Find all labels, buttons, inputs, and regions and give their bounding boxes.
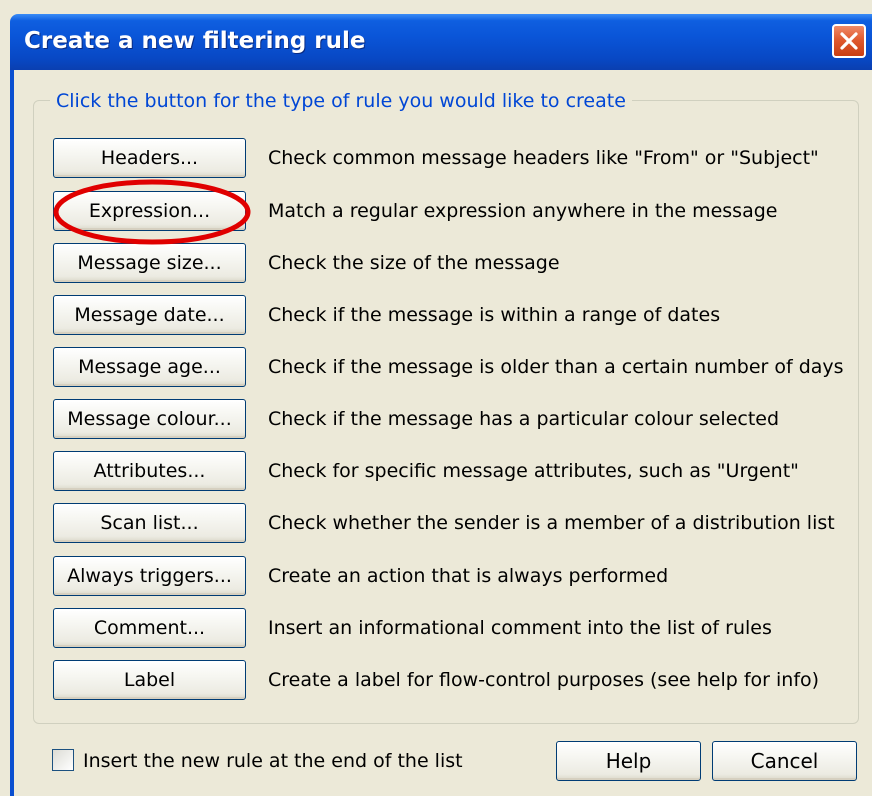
scan-list-button[interactable]: Scan list... [53,503,246,543]
attributes-button[interactable]: Attributes... [53,451,246,491]
comment-description: Insert an informational comment into the… [268,617,772,639]
headers-button[interactable]: Headers... [53,138,246,178]
headers-description: Check common message headers like "From"… [268,147,819,169]
message-age-button[interactable]: Message age... [53,347,246,387]
window-title: Create a new filtering rule [24,28,366,54]
message-colour-description: Check if the message has a particular co… [268,408,780,430]
window-frame-left [10,70,14,796]
insert-at-end-checkbox[interactable] [52,749,74,771]
message-date-button[interactable]: Message date... [53,295,246,335]
close-button[interactable] [832,24,866,58]
message-age-description: Check if the message is older than a cer… [268,356,844,378]
cancel-button[interactable]: Cancel [712,741,857,781]
scan-list-description: Check whether the sender is a member of … [268,512,835,534]
dialog-window: Create a new filtering rule Click the bu… [0,0,872,796]
message-date-description: Check if the message is within a range o… [268,304,721,326]
expression-button[interactable]: Expression... [53,191,246,231]
label-description: Create a label for flow-control purposes… [268,669,820,691]
close-x-icon [840,32,858,50]
insert-at-end-label: Insert the new rule at the end of the li… [83,750,463,772]
message-colour-button[interactable]: Message colour... [53,399,246,439]
message-size-button[interactable]: Message size... [53,243,246,283]
groupbox-legend: Click the button for the type of rule yo… [50,88,632,114]
always-triggers-button[interactable]: Always triggers... [53,556,246,596]
always-triggers-description: Create an action that is always performe… [268,565,669,587]
attributes-description: Check for specific message attributes, s… [268,460,799,482]
comment-button[interactable]: Comment... [53,608,246,648]
title-bar[interactable]: Create a new filtering rule [10,14,872,70]
label-button[interactable]: Label [53,660,246,700]
help-button[interactable]: Help [556,741,701,781]
expression-description: Match a regular expression anywhere in t… [268,200,778,222]
message-size-description: Check the size of the message [268,252,560,274]
